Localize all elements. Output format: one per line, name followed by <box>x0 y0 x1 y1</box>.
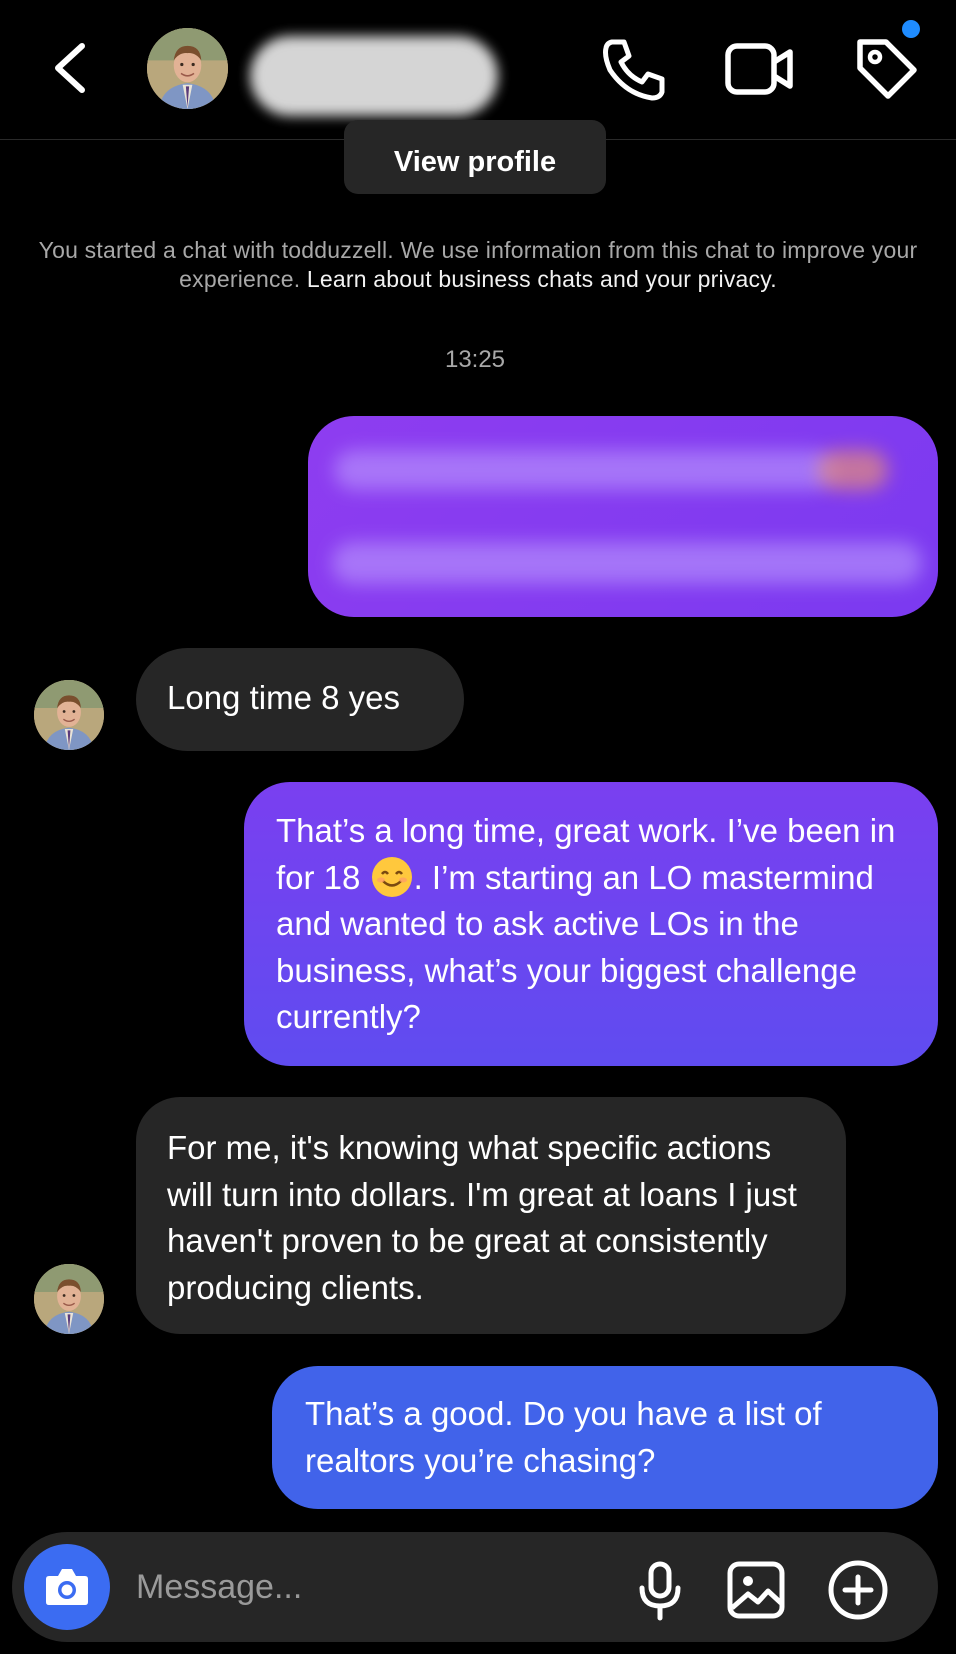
contact-avatar-small[interactable] <box>34 1264 104 1334</box>
gallery-button[interactable] <box>724 1558 788 1622</box>
message-text: For me, it's knowing what specific actio… <box>167 1129 797 1306</box>
message-text: Long time 8 yes <box>167 679 400 716</box>
call-button[interactable] <box>598 34 670 104</box>
outgoing-message[interactable]: That’s a long time, great work. I’ve bee… <box>244 782 938 1066</box>
outgoing-message-redacted[interactable] <box>308 416 938 617</box>
message-timestamp: 13:25 <box>444 346 506 373</box>
plus-circle-icon <box>828 1560 888 1620</box>
camera-icon <box>46 1569 88 1605</box>
microphone-icon <box>639 1561 681 1621</box>
incoming-message[interactable]: Long time 8 yes <box>136 648 464 751</box>
voice-message-button[interactable] <box>628 1558 692 1622</box>
message-composer <box>12 1532 938 1642</box>
image-icon <box>727 1561 785 1619</box>
business-chat-notice: You started a chat with todduzzell. We u… <box>10 236 946 294</box>
camera-button[interactable] <box>24 1544 110 1630</box>
smiling-face-emoji-icon <box>371 856 412 897</box>
outgoing-message[interactable]: That’s a good. Do you have a list of rea… <box>272 1366 938 1509</box>
message-text: That’s a good. Do you have a list of rea… <box>305 1395 822 1479</box>
chat-header <box>0 0 956 140</box>
view-profile-button[interactable]: View profile <box>344 120 606 194</box>
tag-icon <box>857 39 917 99</box>
contact-avatar-small[interactable] <box>34 680 104 750</box>
video-camera-icon <box>725 43 793 95</box>
contact-avatar[interactable] <box>147 28 228 109</box>
phone-icon <box>603 39 665 101</box>
chevron-left-icon <box>55 43 85 93</box>
video-call-button[interactable] <box>723 34 795 104</box>
more-options-button[interactable] <box>826 1558 890 1622</box>
incoming-message[interactable]: For me, it's knowing what specific actio… <box>136 1097 846 1334</box>
labels-button[interactable] <box>850 34 922 104</box>
notification-dot <box>902 20 920 38</box>
contact-name-redacted[interactable] <box>250 36 498 116</box>
message-input[interactable] <box>136 1532 616 1642</box>
privacy-link[interactable]: Learn about business chats and your priv… <box>307 266 777 292</box>
back-button[interactable] <box>50 40 90 96</box>
